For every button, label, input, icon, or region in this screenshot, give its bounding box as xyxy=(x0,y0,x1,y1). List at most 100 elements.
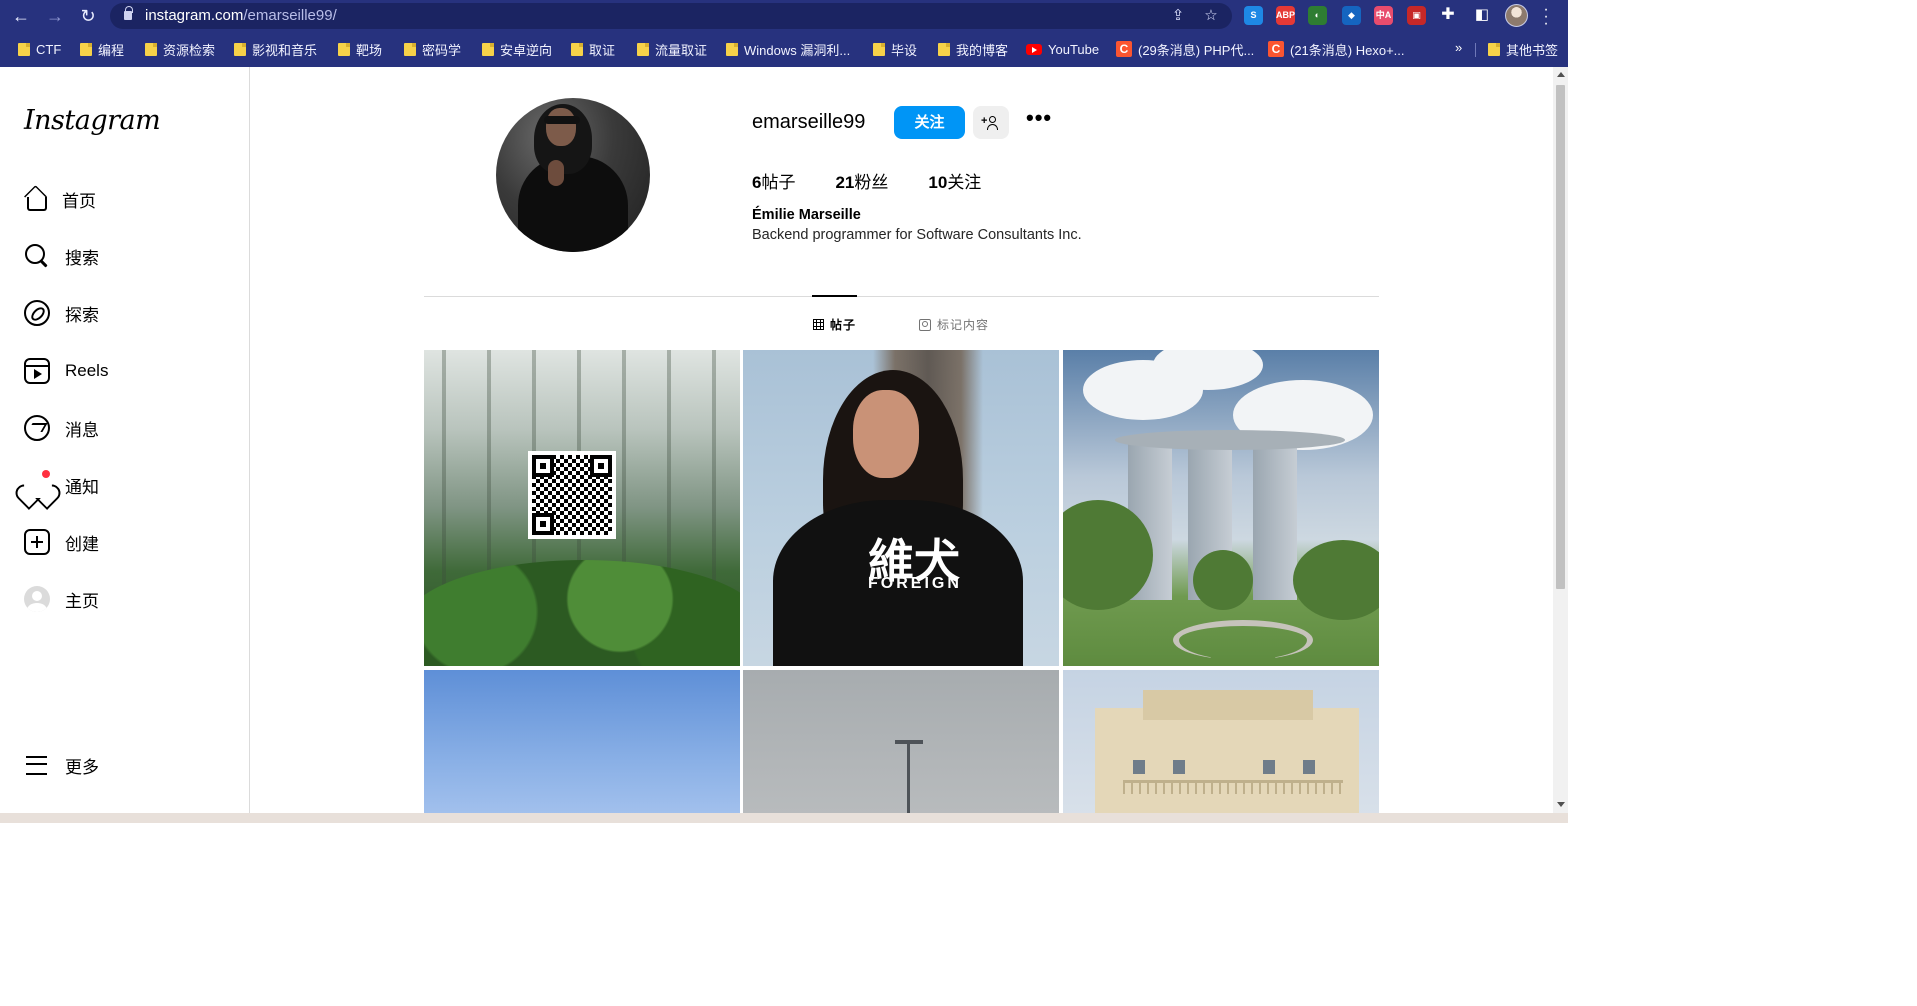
instagram-sidebar: Instagram 首页搜索探索 Reels 消息通知创建主页 更多 xyxy=(0,67,250,823)
sidebar-item-notifications[interactable]: 通知 xyxy=(12,461,238,509)
post-blue-sky[interactable] xyxy=(424,670,740,823)
tab-tagged-label: 标记内容 xyxy=(937,318,990,332)
browser-menu-icon[interactable]: · · · xyxy=(1540,2,1552,32)
bookmark-label: 资源检索 xyxy=(163,42,216,58)
lock-icon[interactable] xyxy=(124,6,133,20)
home-icon xyxy=(27,197,47,211)
url-text[interactable]: instagram.com/emarseille99/ xyxy=(145,7,337,24)
scroll-down-arrow-icon[interactable] xyxy=(1557,802,1565,807)
profile-stats: 6帖子 21粉丝 10关注 xyxy=(752,168,1021,193)
bookmark-item[interactable]: 影视和音乐 xyxy=(234,40,317,58)
profile-avatar[interactable] xyxy=(496,98,650,252)
bookmark-item[interactable]: 取证 xyxy=(571,40,615,58)
forward-arrow-icon[interactable]: → xyxy=(44,6,66,26)
sidebar-item-messages[interactable]: 消息 xyxy=(12,404,238,452)
side-panel-icon[interactable]: ◧ xyxy=(1472,5,1492,25)
tabs-divider xyxy=(424,296,1379,297)
folder-icon xyxy=(482,42,494,56)
folder-icon xyxy=(938,42,950,56)
bookmark-item[interactable]: CTF xyxy=(18,40,61,58)
folder-icon xyxy=(571,42,583,56)
address-bar-row: ← → ↻ instagram.com/emarseille99/ ⇪ ☆ SA… xyxy=(0,0,1568,32)
ext-diamond-icon[interactable]: ◆ xyxy=(1342,6,1361,25)
sidebar-item-home[interactable]: 首页 xyxy=(12,175,238,223)
stat-following[interactable]: 10关注 xyxy=(928,168,981,193)
heart-icon xyxy=(24,470,50,498)
followers-label: 粉丝 xyxy=(854,173,889,192)
scrollbar-thumb[interactable] xyxy=(1556,85,1565,589)
share-icon[interactable]: ⇪ xyxy=(1168,6,1188,26)
sidebar-item-more[interactable]: 更多 xyxy=(12,741,238,789)
bookmark-item[interactable]: 靶场 xyxy=(338,40,382,58)
bookmark-item[interactable]: C (29条消息) PHP代... xyxy=(1116,40,1254,58)
bookmark-label: YouTube xyxy=(1048,41,1100,57)
bookmark-item[interactable]: YouTube xyxy=(1026,40,1099,58)
follow-button[interactable]: 关注 xyxy=(894,106,965,139)
sidebar-item-label: 创建 xyxy=(65,534,99,554)
sidebar-item-reels[interactable]: Reels xyxy=(12,347,238,395)
ext-globe-icon[interactable]: ◐ xyxy=(1308,6,1327,25)
reload-icon[interactable]: ↻ xyxy=(77,6,99,26)
page-scrollbar[interactable] xyxy=(1553,67,1568,813)
bookmark-item[interactable]: 安卓逆向 xyxy=(482,40,552,58)
back-arrow-icon[interactable]: ← xyxy=(10,6,32,26)
messenger-icon xyxy=(24,415,50,441)
grid-icon xyxy=(812,318,824,330)
profile-avatar-icon xyxy=(24,586,50,612)
browser-chrome: ← → ↻ instagram.com/emarseille99/ ⇪ ☆ SA… xyxy=(0,0,1568,67)
adblock-plus-icon[interactable]: ABP xyxy=(1276,6,1295,25)
profile-username: emarseille99 xyxy=(752,111,866,133)
bookmark-label: (29条消息) PHP代... xyxy=(1138,42,1255,58)
post-street-lamp[interactable] xyxy=(743,670,1059,823)
folder-icon xyxy=(18,42,30,56)
instagram-logo[interactable]: Instagram xyxy=(24,105,161,136)
ext-translate-icon[interactable]: 中A xyxy=(1374,6,1393,25)
qr-code-image xyxy=(528,451,616,539)
post-forest-qr[interactable] xyxy=(424,350,740,666)
browser-profile-avatar[interactable] xyxy=(1505,4,1528,27)
bookmark-item[interactable]: Windows 漏洞利... xyxy=(726,40,850,58)
other-bookmarks-label: 其他书签 xyxy=(1506,42,1559,58)
profile-full-name: Émilie Marseille xyxy=(752,207,861,223)
bookmark-item[interactable]: 资源检索 xyxy=(145,40,215,58)
following-count: 10 xyxy=(928,173,948,192)
post-marina-bay[interactable] xyxy=(1063,350,1379,666)
sidebar-item-search[interactable]: 搜索 xyxy=(12,232,238,280)
sidebar-item-profile[interactable]: 主页 xyxy=(12,575,238,623)
csdn-icon: C xyxy=(1116,41,1132,57)
scroll-up-arrow-icon[interactable] xyxy=(1557,72,1565,77)
followers-count: 21 xyxy=(835,173,855,192)
bookmark-item[interactable]: 编程 xyxy=(80,40,124,58)
csdn-icon: C xyxy=(1268,41,1284,57)
sidebar-item-explore[interactable]: 探索 xyxy=(12,289,238,337)
more-bookmarks-chevron-icon[interactable]: » xyxy=(1455,40,1462,55)
more-options-icon[interactable]: ••• xyxy=(1026,107,1051,134)
sidebar-item-label: Reels xyxy=(65,361,109,380)
url-bar[interactable]: instagram.com/emarseille99/ ⇪ ☆ xyxy=(110,3,1232,29)
stat-followers[interactable]: 21粉丝 xyxy=(835,168,888,193)
bookmark-label: (21条消息) Hexo+... xyxy=(1290,42,1405,58)
bookmark-item[interactable]: C (21条消息) Hexo+... xyxy=(1268,40,1405,58)
bookmark-item[interactable]: 密码学 xyxy=(404,40,461,58)
s-extension-icon[interactable]: S xyxy=(1244,6,1263,25)
stat-posts: 6帖子 xyxy=(752,168,795,193)
bookmark-star-icon[interactable]: ☆ xyxy=(1201,6,1221,26)
bookmark-item[interactable]: 我的博客 xyxy=(938,40,1008,58)
tab-tagged[interactable]: 标记内容 xyxy=(919,316,989,333)
tab-posts-label: 帖子 xyxy=(830,318,857,332)
bookmark-item[interactable]: 流量取证 xyxy=(637,40,707,58)
bookmark-item[interactable]: 毕设 xyxy=(873,40,917,58)
tab-posts[interactable]: 帖子 xyxy=(812,316,857,333)
shirt-subtext: FOREIGN xyxy=(868,575,962,592)
post-villa[interactable] xyxy=(1063,670,1379,823)
other-bookmarks[interactable]: 其他书签 xyxy=(1488,40,1558,58)
sidebar-item-label: 首页 xyxy=(62,191,96,211)
notification-dot xyxy=(42,470,50,478)
ext-red-icon[interactable]: ▣ xyxy=(1407,6,1426,25)
bookmarks-bar: » 其他书签 CTF 编程 资源检索 影视和音乐 靶场 密码学 安卓逆向 取证 流量取证 Wind… xyxy=(0,35,1568,63)
sidebar-item-create[interactable]: 创建 xyxy=(12,518,238,566)
extensions-puzzle-icon[interactable]: ✚ xyxy=(1438,5,1458,25)
suggested-users-button[interactable]: + xyxy=(973,106,1009,139)
bookmark-label: 流量取证 xyxy=(655,42,708,58)
post-woman-eiffel[interactable]: 維犬 FOREIGN xyxy=(743,350,1059,666)
